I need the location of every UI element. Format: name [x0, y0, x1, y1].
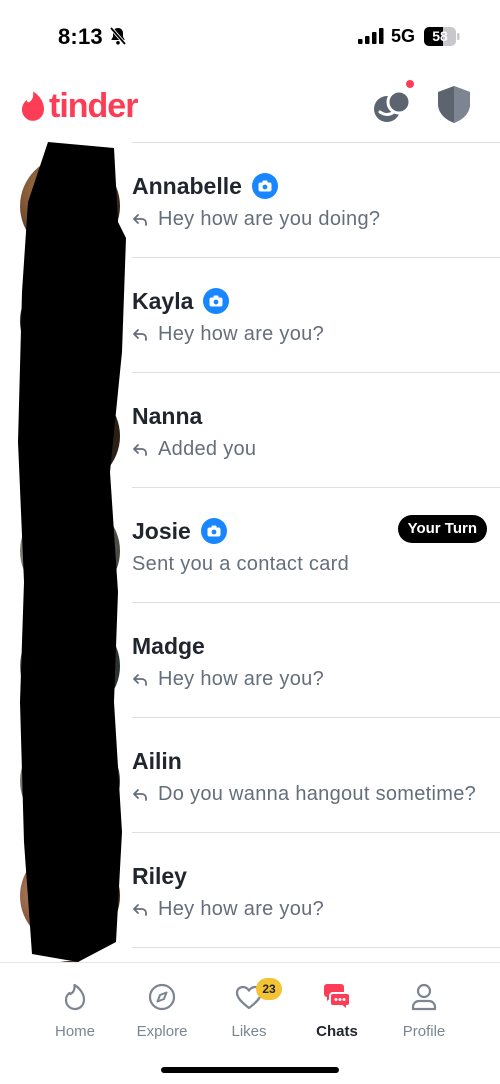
compass-icon [148, 983, 176, 1011]
chat-item-nanna[interactable]: Nanna Added you [0, 372, 500, 487]
cell-signal-icon [358, 28, 384, 44]
reply-arrow-icon [133, 673, 147, 686]
avatar[interactable] [20, 501, 120, 601]
avatar[interactable] [20, 386, 120, 486]
chat-preview: Do you wanna hangout sometime? [158, 783, 477, 805]
tab-label: Explore [136, 1023, 188, 1040]
reply-arrow-icon [133, 788, 147, 801]
avatar[interactable] [20, 271, 120, 371]
divider [132, 257, 500, 258]
tab-label: Likes [231, 1023, 267, 1040]
divider [132, 717, 500, 718]
flame-logo-icon [22, 91, 44, 121]
tab-explore[interactable]: Explore [122, 981, 202, 1047]
chat-preview: Hey how are you? [158, 668, 325, 690]
chat-item-riley[interactable]: Riley Hey how are you? [0, 832, 500, 947]
chat-bubbles-icon [324, 984, 351, 1013]
avatar[interactable] [20, 616, 120, 716]
chat-name: Kayla [132, 287, 194, 314]
chat-preview: Hey how are you doing? [158, 208, 381, 230]
chat-item-madge[interactable]: Madge Hey how are you? [0, 602, 500, 717]
chat-name: Josie [132, 517, 191, 544]
person-icon [411, 983, 437, 1011]
likes-count-badge: 23 [256, 978, 282, 1000]
tab-bar: Home Explore Likes Chats Profile [0, 962, 500, 1084]
chat-item-annabelle[interactable]: Annabelle Hey how are you doing? [0, 142, 500, 257]
network-type: 5G [391, 26, 416, 46]
reply-arrow-icon [133, 328, 147, 341]
bell-muted-icon [109, 26, 127, 46]
chat-preview: Sent you a contact card [132, 553, 350, 575]
avatar[interactable] [20, 846, 120, 946]
tab-chats[interactable]: Chats [297, 981, 377, 1047]
chat-name: Madge [132, 632, 205, 659]
app-header: tinder [0, 72, 500, 142]
chat-name: Riley [132, 862, 187, 889]
divider [132, 487, 500, 488]
flame-icon [64, 983, 86, 1011]
avatar[interactable] [20, 731, 120, 831]
chat-name: Annabelle [132, 172, 242, 199]
chat-list: Annabelle Hey how are you doing? Kayla H… [0, 142, 500, 962]
camera-verified-icon [251, 173, 278, 199]
camera-verified-icon [203, 288, 230, 314]
reply-arrow-icon [133, 903, 147, 916]
tab-label: Profile [402, 1023, 446, 1040]
status-bar: 8:13 5G 58 [0, 0, 500, 72]
home-indicator[interactable] [161, 1067, 339, 1073]
chat-preview: Added you [158, 438, 257, 460]
chat-item-partial[interactable] [0, 947, 500, 962]
chat-name: Nanna [132, 402, 203, 429]
divider [132, 947, 500, 948]
avatar[interactable] [20, 156, 120, 256]
camera-verified-icon [200, 518, 227, 544]
divider [132, 602, 500, 603]
divider [132, 372, 500, 373]
tab-label: Home [54, 1023, 95, 1040]
reply-arrow-icon [133, 213, 147, 226]
tab-label: Chats [316, 1023, 358, 1040]
chat-preview: Hey how are you? [158, 898, 325, 920]
battery-level: 58 [432, 28, 448, 44]
chat-item-josie[interactable]: Josie Your Turn Sent you a contact card [0, 487, 500, 602]
tab-home[interactable]: Home [35, 981, 115, 1047]
divider [132, 142, 500, 143]
chat-item-ailin[interactable]: Ailin Do you wanna hangout sometime? [0, 717, 500, 832]
tinder-logo: tinder [20, 86, 138, 126]
logo-text: tinder [49, 86, 138, 125]
notification-dot [406, 80, 414, 88]
shield-icon[interactable] [432, 82, 476, 126]
reply-arrow-icon [133, 443, 147, 456]
chat-preview: Hey how are you? [158, 323, 325, 345]
chat-item-kayla[interactable]: Kayla Hey how are you? [0, 257, 500, 372]
status-time: 8:13 [58, 24, 103, 49]
tab-profile[interactable]: Profile [384, 981, 464, 1047]
match-group-icon[interactable] [370, 82, 414, 126]
chat-name: Ailin [132, 747, 182, 774]
your-turn-badge: Your Turn [397, 515, 487, 543]
divider [132, 832, 500, 833]
